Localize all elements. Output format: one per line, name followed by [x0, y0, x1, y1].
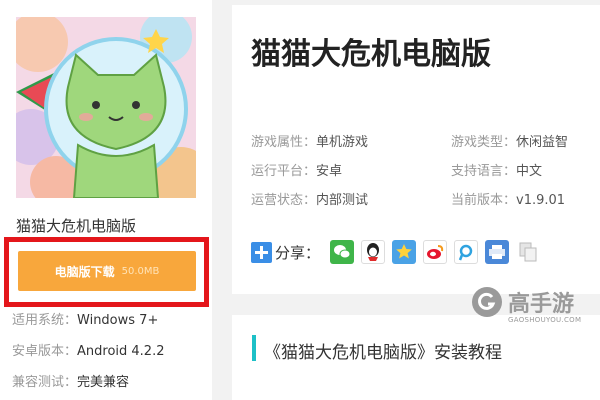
attr-value: 单机游戏 — [316, 135, 369, 150]
game-cover-image[interactable] — [16, 17, 196, 198]
spec-key: 安卓版本： — [12, 344, 78, 359]
share-bar: 分享： — [251, 237, 547, 267]
game-info-card: 猫猫大危机电脑版 游戏属性：单机游戏 游戏类型：休闲益智 运行平台：安卓 支持语… — [232, 5, 600, 294]
attr-value: v1.9.01 — [516, 193, 566, 208]
spec-value: 完美兼容 — [77, 375, 130, 390]
page: 猫猫大危机电脑版 电脑版下载 50.0MB 适用系统：Windows 7+ 安卓… — [0, 0, 600, 400]
attr-value: 安卓 — [316, 164, 343, 179]
section-accent-bar — [252, 335, 256, 361]
qzone-icon[interactable] — [392, 240, 417, 264]
brand-name: 高手游 — [508, 292, 575, 317]
game-name: 猫猫大危机电脑版 — [16, 217, 137, 235]
attr-genre-mode: 游戏属性：单机游戏 — [251, 131, 368, 150]
brand-logo-icon — [472, 287, 502, 317]
attr-value: 休闲益智 — [516, 135, 569, 150]
download-label: 电脑版下载 — [54, 264, 115, 279]
attr-version: 当前版本：v1.9.01 — [451, 189, 565, 208]
share-plus-icon[interactable] — [251, 241, 272, 263]
tencent-weibo-icon[interactable] — [454, 240, 479, 264]
attr-platform: 运行平台：安卓 — [251, 160, 342, 179]
download-size: 50.0MB — [121, 265, 160, 277]
spec-key: 兼容测试： — [12, 375, 78, 390]
left-panel: 猫猫大危机电脑版 电脑版下载 50.0MB 适用系统：Windows 7+ 安卓… — [0, 0, 212, 400]
qq-icon[interactable] — [361, 240, 386, 264]
print-icon[interactable] — [485, 240, 510, 264]
spec-value: Windows 7+ — [77, 313, 159, 328]
attr-value: 中文 — [516, 164, 543, 179]
spec-row-compat: 兼容测试：完美兼容 — [12, 371, 129, 390]
attr-key: 当前版本： — [451, 193, 517, 208]
attr-key: 游戏属性： — [251, 135, 317, 150]
attr-key: 支持语言： — [451, 164, 517, 179]
weibo-icon[interactable] — [423, 240, 448, 264]
spec-value: Android 4.2.2 — [77, 344, 165, 359]
brand-url: GAOSHOUYOU.COM — [508, 316, 582, 324]
attr-status: 运营状态：内部测试 — [251, 189, 368, 208]
wechat-icon[interactable] — [330, 240, 355, 264]
download-highlight-frame: 电脑版下载 50.0MB — [4, 237, 209, 307]
attr-language: 支持语言：中文 — [451, 160, 542, 179]
share-label: 分享： — [275, 243, 321, 262]
brand-watermark: 高手游 GAOSHOUYOU.COM — [470, 283, 590, 329]
attr-key: 运行平台： — [251, 164, 317, 179]
attr-key: 运营状态： — [251, 193, 317, 208]
attr-key: 游戏类型： — [451, 135, 517, 150]
cat-astronaut-artwork — [16, 17, 196, 198]
spec-row-android: 安卓版本：Android 4.2.2 — [12, 340, 165, 359]
download-button[interactable]: 电脑版下载 50.0MB — [18, 251, 196, 291]
spec-key: 适用系统： — [12, 313, 78, 328]
page-title: 猫猫大危机电脑版 — [251, 37, 491, 72]
copy-icon[interactable] — [516, 240, 541, 264]
spec-row-system: 适用系统：Windows 7+ — [12, 309, 158, 328]
attr-value: 内部测试 — [316, 193, 369, 208]
attr-type: 游戏类型：休闲益智 — [451, 131, 568, 150]
section-title[interactable]: 《猫猫大危机电脑版》安装教程 — [264, 338, 502, 363]
